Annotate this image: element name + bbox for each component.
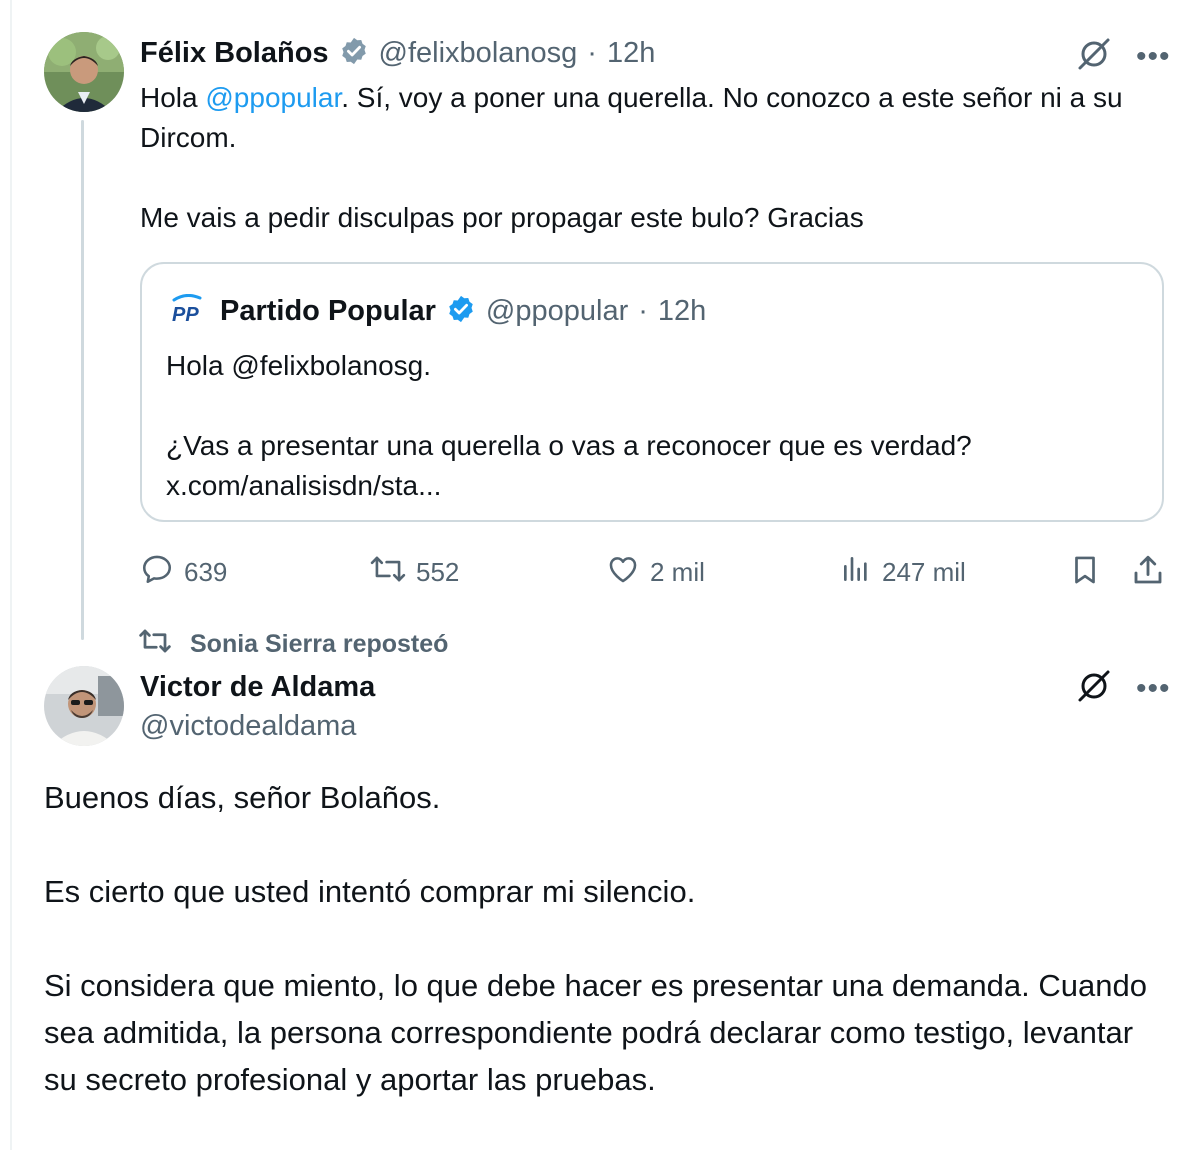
views-icon	[840, 552, 872, 593]
pp-logo-icon: PP	[170, 293, 210, 329]
grok-icon[interactable]	[1076, 668, 1112, 709]
views-count: 247 mil	[882, 557, 966, 587]
tweet-text-part1: Hola	[140, 82, 206, 113]
timestamp[interactable]: 12h	[607, 37, 655, 70]
like-count: 2 mil	[650, 557, 705, 587]
views-button[interactable]: 247 mil	[840, 552, 966, 593]
like-icon	[606, 552, 640, 593]
author-name[interactable]: Félix Bolaños	[140, 37, 329, 70]
separator-dot: ·	[587, 37, 597, 69]
share-button[interactable]	[1130, 552, 1166, 595]
tweet-header: Félix Bolaños @felixbolanosg · 12h	[140, 36, 655, 71]
grok-icon[interactable]	[1076, 36, 1112, 77]
thread-connector-line	[81, 120, 84, 640]
quoted-author-handle[interactable]: @ppopular	[486, 295, 628, 328]
share-icon	[1130, 552, 1166, 595]
tweet2-text: Buenos días, señor Bolaños. Es cierto qu…	[44, 780, 1147, 1097]
quoted-timestamp[interactable]: 12h	[658, 295, 706, 328]
avatar-victor-de-aldama[interactable]	[44, 666, 124, 746]
verified-badge-icon	[446, 294, 476, 329]
reply-icon	[140, 552, 174, 593]
timeline-border	[10, 0, 12, 1150]
verified-badge-icon	[339, 36, 369, 71]
like-button[interactable]: 2 mil	[606, 552, 705, 593]
bookmark-button[interactable]	[1068, 552, 1102, 595]
separator-dot: ·	[638, 295, 648, 327]
quoted-tweet-card[interactable]: PP Partido Popular @ppopular · 12h Hola …	[140, 262, 1164, 522]
reposted-by-label: Sonia Sierra reposteó	[190, 630, 449, 658]
repost-button[interactable]: 552	[370, 552, 459, 593]
tweet-top-actions: •••	[1076, 36, 1171, 77]
repost-icon	[370, 552, 406, 593]
author-handle[interactable]: @felixbolanosg	[379, 37, 578, 70]
repost-count: 552	[416, 557, 460, 587]
author-handle[interactable]: @victodealdama	[140, 706, 375, 746]
author-name[interactable]: Victor de Aldama	[140, 668, 375, 706]
quoted-tweet-header: PP Partido Popular @ppopular · 12h	[170, 293, 706, 329]
more-icon[interactable]: •••	[1136, 673, 1171, 704]
tweet-action-bar: 639 552 2 mil 247 mil	[140, 550, 1170, 594]
tweet2-header: Victor de Aldama @victodealdama	[140, 668, 375, 746]
avatar-felix-bolanos[interactable]	[44, 32, 124, 112]
reply-count: 639	[184, 557, 228, 587]
tweet-text: Hola @ppopular. Sí, voy a poner una quer…	[140, 78, 1170, 238]
repost-icon	[138, 626, 172, 663]
bookmark-icon	[1068, 552, 1102, 595]
mention-link[interactable]: @ppopular	[205, 82, 341, 113]
quoted-author-name[interactable]: Partido Popular	[220, 295, 436, 328]
reply-button[interactable]: 639	[140, 552, 227, 593]
reposted-by-row[interactable]: Sonia Sierra reposteó	[138, 626, 448, 663]
more-icon[interactable]: •••	[1136, 41, 1171, 72]
tweet2-top-actions: •••	[1076, 668, 1171, 709]
quoted-tweet-text: Hola @felixbolanosg. ¿Vas a presentar un…	[166, 350, 972, 501]
svg-text:PP: PP	[172, 304, 199, 324]
cut-off-metadata-line: ▂▂▂ ▂▂▂▂ ▂▂▂ ▂▂▂▂ ▂▂▂▂▂▂ ▂▂▂▂	[44, 1140, 644, 1154]
